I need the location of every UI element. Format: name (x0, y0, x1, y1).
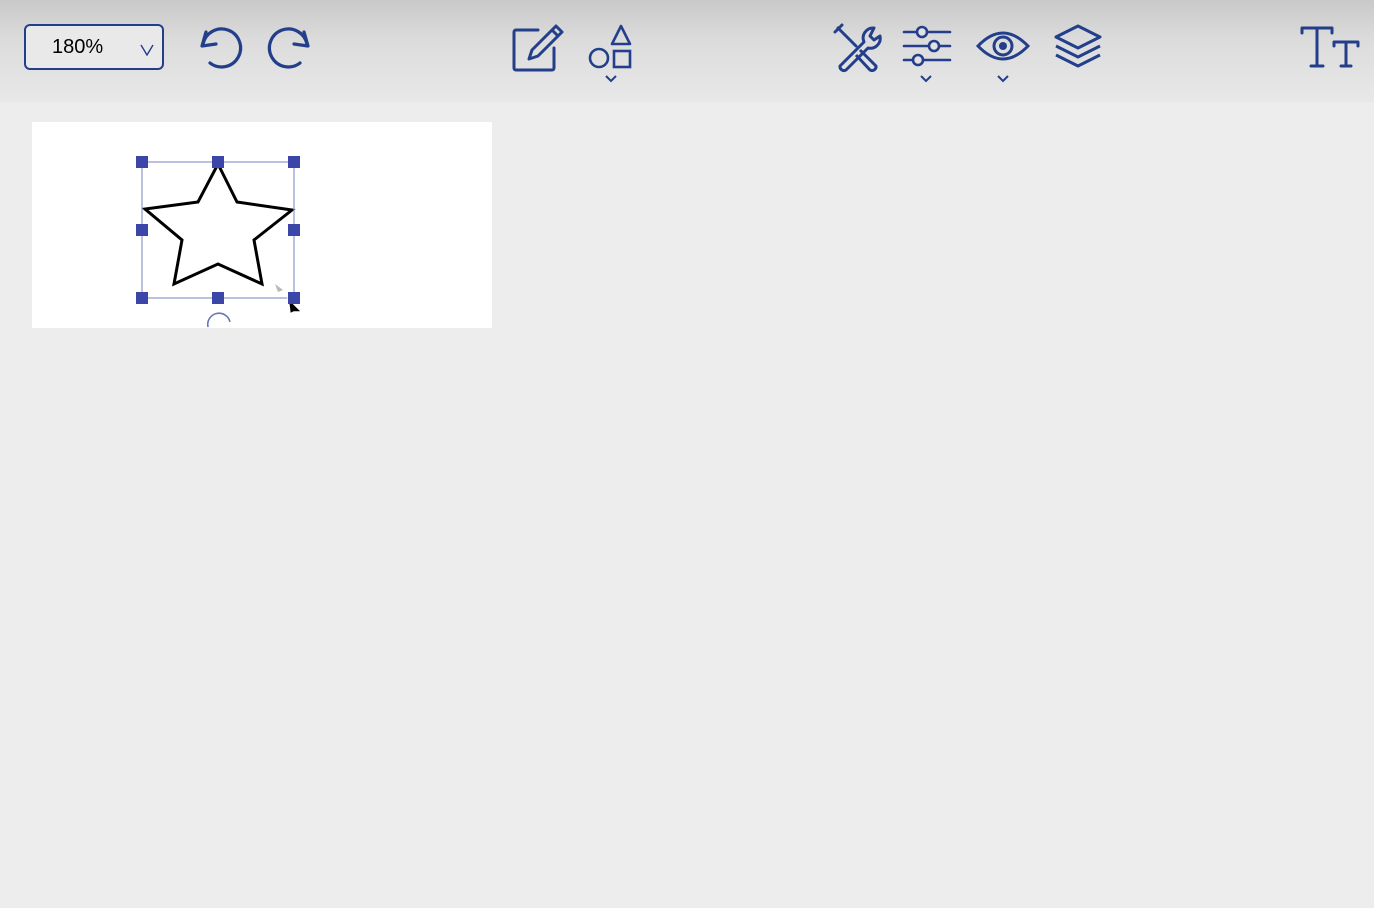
shapes-icon (588, 24, 632, 83)
resize-handle-bottom-right[interactable] (288, 292, 300, 304)
eye-icon (975, 31, 1031, 83)
text-button[interactable] (1298, 20, 1362, 84)
resize-handle-bottom-left[interactable] (136, 292, 148, 304)
redo-icon (267, 27, 310, 69)
resize-handle-top-left[interactable] (136, 156, 148, 168)
resize-handle-top-right[interactable] (288, 156, 300, 168)
tools-icon (833, 23, 882, 73)
adjust-button[interactable] (900, 20, 956, 84)
layers-button[interactable] (1050, 20, 1106, 84)
resize-handle-right[interactable] (288, 224, 300, 236)
zoom-value: 180% (52, 36, 104, 58)
chevron-down-icon (140, 44, 154, 56)
redo-button[interactable] (262, 20, 318, 84)
resize-handle-left[interactable] (136, 224, 148, 236)
edit-button[interactable] (508, 20, 564, 84)
rotate-handle-icon (206, 312, 231, 328)
pencil-square-icon (512, 24, 564, 72)
selection-box (141, 161, 295, 299)
layers-icon (1054, 24, 1102, 68)
sliders-icon (902, 25, 952, 83)
document-page[interactable] (32, 122, 492, 328)
star-shape[interactable] (32, 122, 492, 328)
tools-button[interactable] (830, 20, 886, 84)
toolbar: 180% (0, 0, 1374, 102)
canvas-area[interactable] (0, 102, 1374, 908)
resize-handle-top[interactable] (212, 156, 224, 168)
undo-button[interactable] (192, 20, 248, 84)
text-size-icon (1300, 26, 1360, 68)
undo-icon (200, 27, 243, 69)
resize-handle-bottom[interactable] (212, 292, 224, 304)
view-button[interactable] (974, 20, 1031, 84)
shapes-button[interactable] (584, 20, 640, 84)
zoom-select[interactable]: 180% (24, 24, 164, 70)
